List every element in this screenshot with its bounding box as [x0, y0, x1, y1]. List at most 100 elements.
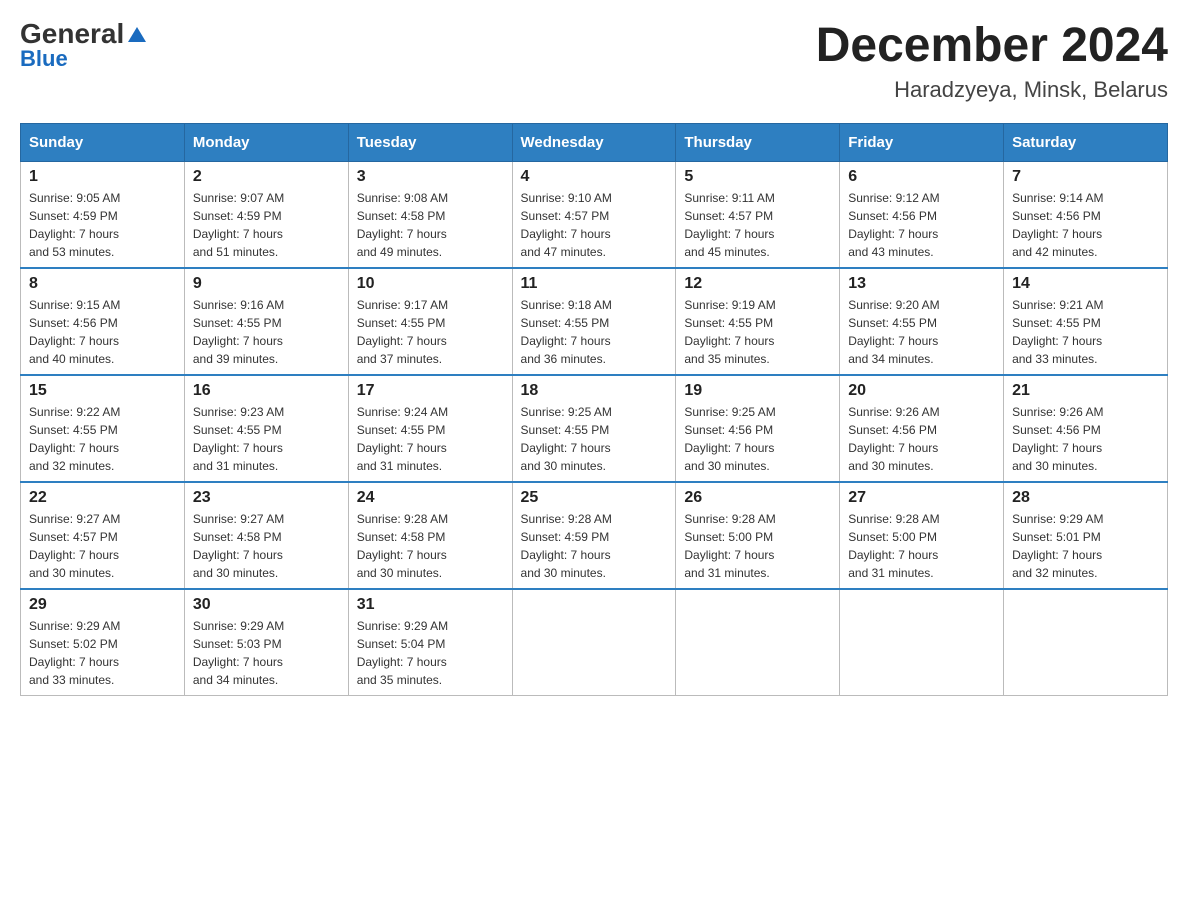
- calendar-cell: 3 Sunrise: 9:08 AMSunset: 4:58 PMDaylight…: [348, 161, 512, 268]
- calendar-cell: 18 Sunrise: 9:25 AMSunset: 4:55 PMDayligh…: [512, 375, 676, 482]
- day-number: 12: [684, 275, 831, 293]
- day-info: Sunrise: 9:29 AMSunset: 5:01 PMDaylight:…: [1012, 510, 1159, 582]
- day-number: 13: [848, 275, 995, 293]
- day-number: 28: [1012, 489, 1159, 507]
- day-number: 15: [29, 382, 176, 400]
- day-number: 18: [521, 382, 668, 400]
- logo: General Blue: [20, 20, 148, 72]
- day-info: Sunrise: 9:26 AMSunset: 4:56 PMDaylight:…: [1012, 403, 1159, 475]
- day-number: 1: [29, 168, 176, 186]
- day-info: Sunrise: 9:28 AMSunset: 4:59 PMDaylight:…: [521, 510, 668, 582]
- week-row-2: 8Sunrise: 9:15 AMSunset: 4:56 PMDaylight…: [21, 268, 1168, 375]
- day-number: 14: [1012, 275, 1159, 293]
- day-info: Sunrise: 9:28 AMSunset: 5:00 PMDaylight:…: [848, 510, 995, 582]
- calendar-cell: 1 Sunrise: 9:05 AMSunset: 4:59 PMDaylight…: [21, 161, 185, 268]
- day-info: Sunrise: 9:19 AMSunset: 4:55 PMDaylight:…: [684, 296, 831, 368]
- day-number: 26: [684, 489, 831, 507]
- header-wednesday: Wednesday: [512, 123, 676, 161]
- calendar-cell: [1004, 589, 1168, 696]
- day-number: 31: [357, 596, 504, 614]
- day-info: Sunrise: 9:24 AMSunset: 4:55 PMDaylight:…: [357, 403, 504, 475]
- title-section: December 2024 Haradzyeya, Minsk, Belarus: [816, 20, 1168, 103]
- day-info: Sunrise: 9:20 AMSunset: 4:55 PMDaylight:…: [848, 296, 995, 368]
- day-info: Sunrise: 9:08 AMSunset: 4:58 PMDaylight:…: [357, 189, 504, 261]
- calendar-cell: 14 Sunrise: 9:21 AMSunset: 4:55 PMDayligh…: [1004, 268, 1168, 375]
- calendar-cell: 31 Sunrise: 9:29 AMSunset: 5:04 PMDayligh…: [348, 589, 512, 696]
- day-info: Sunrise: 9:16 AMSunset: 4:55 PMDaylight:…: [193, 296, 340, 368]
- calendar-cell: 4 Sunrise: 9:10 AMSunset: 4:57 PMDaylight…: [512, 161, 676, 268]
- day-number: 24: [357, 489, 504, 507]
- day-number: 8: [29, 275, 176, 293]
- day-number: 16: [193, 382, 340, 400]
- header-friday: Friday: [840, 123, 1004, 161]
- day-info: Sunrise: 9:22 AMSunset: 4:55 PMDaylight:…: [29, 403, 176, 475]
- calendar-cell: 20 Sunrise: 9:26 AMSunset: 4:56 PMDayligh…: [840, 375, 1004, 482]
- day-number: 10: [357, 275, 504, 293]
- calendar-cell: 28 Sunrise: 9:29 AMSunset: 5:01 PMDayligh…: [1004, 482, 1168, 589]
- calendar-cell: [676, 589, 840, 696]
- day-number: 23: [193, 489, 340, 507]
- calendar-cell: 10Sunrise: 9:17 AMSunset: 4:55 PMDayligh…: [348, 268, 512, 375]
- calendar-table: SundayMondayTuesdayWednesdayThursdayFrid…: [20, 123, 1168, 696]
- calendar-cell: 24 Sunrise: 9:28 AMSunset: 4:58 PMDayligh…: [348, 482, 512, 589]
- day-info: Sunrise: 9:14 AMSunset: 4:56 PMDaylight:…: [1012, 189, 1159, 261]
- calendar-cell: 13 Sunrise: 9:20 AMSunset: 4:55 PMDayligh…: [840, 268, 1004, 375]
- calendar-cell: 27Sunrise: 9:28 AMSunset: 5:00 PMDayligh…: [840, 482, 1004, 589]
- day-number: 9: [193, 275, 340, 293]
- day-info: Sunrise: 9:25 AMSunset: 4:55 PMDaylight:…: [521, 403, 668, 475]
- day-info: Sunrise: 9:21 AMSunset: 4:55 PMDaylight:…: [1012, 296, 1159, 368]
- calendar-cell: 7Sunrise: 9:14 AMSunset: 4:56 PMDaylight…: [1004, 161, 1168, 268]
- header-monday: Monday: [184, 123, 348, 161]
- day-info: Sunrise: 9:10 AMSunset: 4:57 PMDaylight:…: [521, 189, 668, 261]
- calendar-cell: 22 Sunrise: 9:27 AMSunset: 4:57 PMDayligh…: [21, 482, 185, 589]
- week-row-4: 22 Sunrise: 9:27 AMSunset: 4:57 PMDayligh…: [21, 482, 1168, 589]
- day-info: Sunrise: 9:25 AMSunset: 4:56 PMDaylight:…: [684, 403, 831, 475]
- header-saturday: Saturday: [1004, 123, 1168, 161]
- day-info: Sunrise: 9:07 AMSunset: 4:59 PMDaylight:…: [193, 189, 340, 261]
- day-number: 29: [29, 596, 176, 614]
- calendar-cell: 16 Sunrise: 9:23 AMSunset: 4:55 PMDayligh…: [184, 375, 348, 482]
- day-info: Sunrise: 9:28 AMSunset: 4:58 PMDaylight:…: [357, 510, 504, 582]
- calendar-cell: 2Sunrise: 9:07 AMSunset: 4:59 PMDaylight…: [184, 161, 348, 268]
- week-row-1: 1 Sunrise: 9:05 AMSunset: 4:59 PMDaylight…: [21, 161, 1168, 268]
- day-number: 3: [357, 168, 504, 186]
- day-number: 25: [521, 489, 668, 507]
- day-number: 11: [521, 275, 668, 293]
- day-number: 21: [1012, 382, 1159, 400]
- days-header-row: SundayMondayTuesdayWednesdayThursdayFrid…: [21, 123, 1168, 161]
- header-thursday: Thursday: [676, 123, 840, 161]
- calendar-cell: 12 Sunrise: 9:19 AMSunset: 4:55 PMDayligh…: [676, 268, 840, 375]
- day-info: Sunrise: 9:23 AMSunset: 4:55 PMDaylight:…: [193, 403, 340, 475]
- month-title: December 2024: [816, 20, 1168, 73]
- calendar-cell: 8Sunrise: 9:15 AMSunset: 4:56 PMDaylight…: [21, 268, 185, 375]
- week-row-5: 29Sunrise: 9:29 AMSunset: 5:02 PMDayligh…: [21, 589, 1168, 696]
- day-info: Sunrise: 9:26 AMSunset: 4:56 PMDaylight:…: [848, 403, 995, 475]
- day-info: Sunrise: 9:11 AMSunset: 4:57 PMDaylight:…: [684, 189, 831, 261]
- calendar-cell: 23 Sunrise: 9:27 AMSunset: 4:58 PMDayligh…: [184, 482, 348, 589]
- calendar-cell: 15 Sunrise: 9:22 AMSunset: 4:55 PMDayligh…: [21, 375, 185, 482]
- day-info: Sunrise: 9:27 AMSunset: 4:57 PMDaylight:…: [29, 510, 176, 582]
- calendar-cell: 5 Sunrise: 9:11 AMSunset: 4:57 PMDaylight…: [676, 161, 840, 268]
- calendar-cell: 19Sunrise: 9:25 AMSunset: 4:56 PMDayligh…: [676, 375, 840, 482]
- day-number: 20: [848, 382, 995, 400]
- day-info: Sunrise: 9:18 AMSunset: 4:55 PMDaylight:…: [521, 296, 668, 368]
- day-number: 5: [684, 168, 831, 186]
- calendar-cell: 21 Sunrise: 9:26 AMSunset: 4:56 PMDayligh…: [1004, 375, 1168, 482]
- calendar-cell: 25 Sunrise: 9:28 AMSunset: 4:59 PMDayligh…: [512, 482, 676, 589]
- day-number: 22: [29, 489, 176, 507]
- header-tuesday: Tuesday: [348, 123, 512, 161]
- calendar-cell: 6Sunrise: 9:12 AMSunset: 4:56 PMDaylight…: [840, 161, 1004, 268]
- day-number: 17: [357, 382, 504, 400]
- day-info: Sunrise: 9:05 AMSunset: 4:59 PMDaylight:…: [29, 189, 176, 261]
- day-number: 4: [521, 168, 668, 186]
- calendar-cell: 30Sunrise: 9:29 AMSunset: 5:03 PMDayligh…: [184, 589, 348, 696]
- location-title: Haradzyeya, Minsk, Belarus: [816, 77, 1168, 103]
- day-info: Sunrise: 9:27 AMSunset: 4:58 PMDaylight:…: [193, 510, 340, 582]
- day-number: 30: [193, 596, 340, 614]
- header-sunday: Sunday: [21, 123, 185, 161]
- calendar-cell: 26 Sunrise: 9:28 AMSunset: 5:00 PMDayligh…: [676, 482, 840, 589]
- day-info: Sunrise: 9:28 AMSunset: 5:00 PMDaylight:…: [684, 510, 831, 582]
- day-info: Sunrise: 9:12 AMSunset: 4:56 PMDaylight:…: [848, 189, 995, 261]
- day-info: Sunrise: 9:29 AMSunset: 5:04 PMDaylight:…: [357, 617, 504, 689]
- page-header: General Blue December 2024 Haradzyeya, M…: [20, 20, 1168, 103]
